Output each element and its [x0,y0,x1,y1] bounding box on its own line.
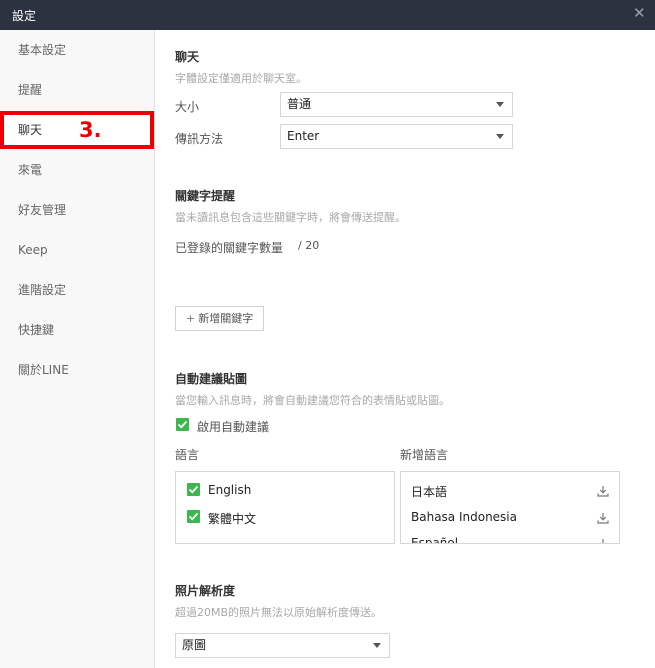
plus-icon: + [186,312,196,325]
sidebar-item-chat[interactable]: 聊天 3. [0,111,154,149]
checkmark-icon [188,512,199,521]
available-language-indonesian: Bahasa Indonesia [411,510,517,524]
keyword-description: 當未讀訊息包含這些關鍵字時，將會傳送提醒。 [175,211,406,224]
sidebar-item-friends[interactable]: 好友管理 [0,191,154,229]
close-icon[interactable]: ✕ [633,5,646,21]
checkmark-icon [177,420,188,429]
title-bar: 設定 ✕ [0,0,655,30]
step-annotation: 3. [79,118,102,142]
available-language-japanese: 日本語 [411,485,448,499]
photo-heading: 照片解析度 [175,584,236,598]
sidebar-item-keep[interactable]: Keep [0,231,154,269]
send-method-label: 傳訊方法 [175,132,224,146]
language-chinese-label: 繁體中文 [208,512,257,526]
sidebar-item-calls[interactable]: 來電 [0,151,154,189]
sidebar-item-label: 來電 [18,163,43,177]
photo-description: 超過20MB的照片無法以原始解析度傳送。 [175,606,383,619]
language-list: English 繁體中文 [175,471,395,544]
sidebar-item-label: Keep [18,243,48,257]
download-icon[interactable] [597,485,609,497]
available-language-spanish: Español [411,536,459,544]
sidebar-item-label: 快捷鍵 [18,323,55,337]
font-size-value: 普通 [287,97,312,111]
sidebar-item-notifications[interactable]: 提醒 [0,71,154,109]
enable-suggest-checkbox[interactable] [176,418,189,431]
sidebar-item-label: 提醒 [18,83,43,97]
keyword-count-value: / 20 [298,239,320,252]
keyword-count-label: 已登錄的關鍵字數量 [175,241,284,255]
sidebar-item-about[interactable]: 關於LINE [0,351,154,389]
language-english-checkbox[interactable] [187,483,200,496]
photo-resolution-select[interactable]: 原圖 [175,633,390,658]
window-title: 設定 [12,9,37,23]
font-size-select[interactable]: 普通 [280,92,513,117]
sidebar-item-label: 好友管理 [18,203,67,217]
font-size-label: 大小 [175,100,200,114]
checkmark-icon [188,485,199,494]
sidebar-item-shortcuts[interactable]: 快捷鍵 [0,311,154,349]
download-icon[interactable] [597,538,609,544]
language-english-label: English [208,483,252,497]
sidebar: 基本設定 提醒 聊天 3. 來電 好友管理 Keep 進階設定 快捷鍵 關於LI… [0,30,155,668]
suggest-description: 當您輸入訊息時，將會自動建議您符合的表情貼或貼圖。 [175,394,450,407]
add-keyword-button[interactable]: + 新增關鍵字 [175,306,265,331]
sidebar-item-label: 關於LINE [18,363,69,377]
chevron-down-icon [496,134,504,139]
available-language-list[interactable]: 日本語 Bahasa Indonesia Español [400,471,620,544]
language-chinese-checkbox[interactable] [187,510,200,523]
chat-description: 字體設定僅適用於聊天室。 [175,72,307,85]
chat-heading: 聊天 [175,50,200,64]
download-icon[interactable] [597,512,609,524]
send-method-select[interactable]: Enter [280,124,513,149]
sidebar-item-label: 聊天 [18,123,43,137]
sidebar-item-advanced[interactable]: 進階設定 [0,271,154,309]
suggest-heading: 自動建議貼圖 [175,372,248,386]
add-languages-label: 新增語言 [400,448,449,462]
enable-suggest-label: 啟用自動建議 [197,420,270,434]
settings-panel: 聊天 字體設定僅適用於聊天室。 大小 普通 傳訊方法 Enter 關鍵字提醒 當… [156,30,655,668]
languages-label: 語言 [175,448,200,462]
sidebar-item-label: 進階設定 [18,283,67,297]
sidebar-item-label: 基本設定 [18,43,67,57]
send-method-value: Enter [287,129,320,143]
chevron-down-icon [373,643,381,648]
keyword-heading: 關鍵字提醒 [175,189,236,203]
add-keyword-label: 新增關鍵字 [198,312,254,325]
sidebar-item-basic[interactable]: 基本設定 [0,31,154,69]
chevron-down-icon [496,102,504,107]
photo-resolution-value: 原圖 [182,638,207,652]
